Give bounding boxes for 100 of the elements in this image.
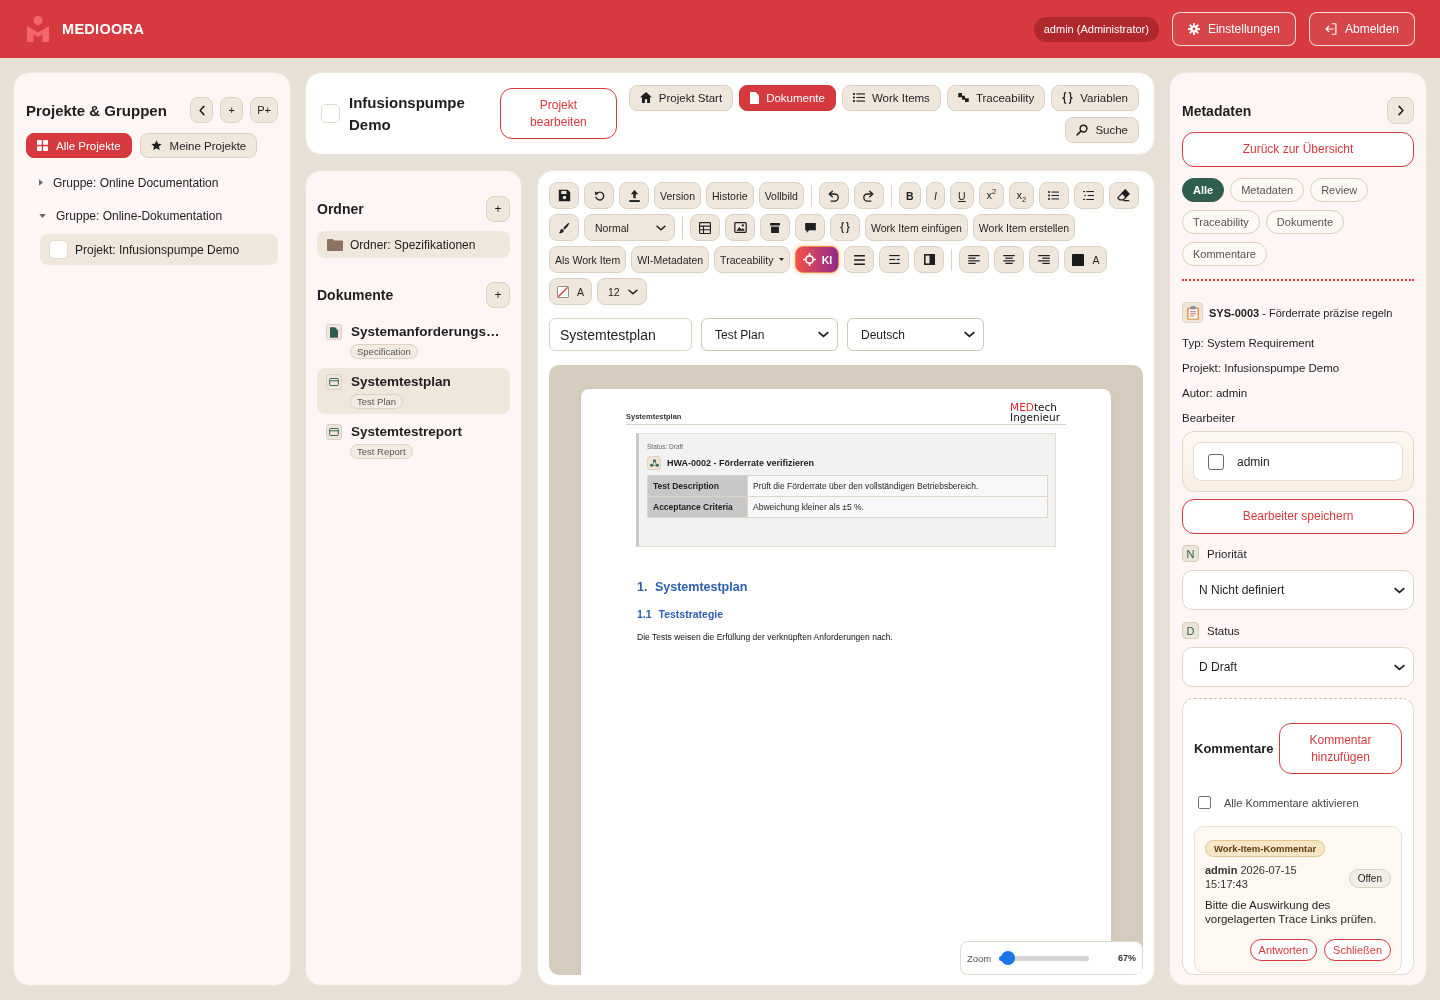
project-title: Infusionspumpe Demo bbox=[349, 92, 466, 135]
comment-action-button[interactable]: Antworten bbox=[1249, 939, 1318, 961]
insert-variable-button[interactable] bbox=[830, 214, 860, 241]
window-icon bbox=[326, 374, 342, 390]
letter-badge: D bbox=[1182, 622, 1199, 639]
toolbar-button[interactable]: Historie bbox=[706, 182, 754, 209]
toolbar-button[interactable]: Als Work Item bbox=[549, 246, 627, 273]
filter-chip[interactable]: Traceability bbox=[1182, 210, 1260, 234]
nav-tab[interactable]: Suche bbox=[1065, 116, 1139, 143]
toolbar-button[interactable]: + bbox=[220, 97, 244, 123]
filter-chip[interactable]: Kommentare bbox=[1182, 242, 1267, 266]
logout-button[interactable]: Abmelden bbox=[1308, 12, 1415, 46]
collapse-button[interactable] bbox=[190, 97, 214, 123]
checkbox[interactable] bbox=[1198, 796, 1211, 809]
dropdown-button[interactable]: Traceability bbox=[714, 246, 791, 273]
add-document-button[interactable]: + bbox=[486, 282, 510, 308]
nav-tab[interactable]: Projekt Start bbox=[628, 84, 734, 111]
nav-tab[interactable]: Variablen bbox=[1051, 84, 1139, 111]
align-center-button[interactable] bbox=[994, 246, 1025, 273]
save-button[interactable] bbox=[549, 182, 579, 209]
insert-block-button[interactable] bbox=[760, 214, 790, 241]
nav-tab[interactable]: Work Items bbox=[841, 84, 941, 111]
nav-tab[interactable]: Dokumente bbox=[739, 84, 836, 111]
document-item[interactable]: Systemtestreport Test Report bbox=[317, 418, 510, 464]
item-title: SYS-0003 - Förderrate präzise regeln bbox=[1209, 306, 1393, 319]
text-color-button[interactable]: A bbox=[1064, 246, 1108, 273]
project-tree-item[interactable]: Projekt: Infusionspumpe Demo bbox=[40, 234, 278, 265]
folder-item[interactable]: Ordner: Spezifikationen bbox=[317, 231, 510, 258]
toolbar-button[interactable]: Vollbild bbox=[758, 182, 804, 209]
contrast-button[interactable] bbox=[914, 246, 945, 273]
format-painter-button[interactable] bbox=[549, 214, 579, 241]
upload-button[interactable] bbox=[619, 182, 649, 209]
bold-button[interactable]: B bbox=[898, 182, 921, 209]
justify-button[interactable] bbox=[844, 246, 875, 273]
home-icon bbox=[639, 92, 652, 103]
ai-button[interactable]: KI bbox=[795, 246, 840, 273]
toolbar-button[interactable]: Work Item einfügen bbox=[865, 214, 968, 241]
chevron-down-icon bbox=[627, 288, 638, 295]
italic-button[interactable]: I bbox=[925, 182, 945, 209]
expand-button[interactable] bbox=[1387, 97, 1414, 124]
section-title: Ordner bbox=[317, 201, 364, 217]
toolbar-select[interactable]: Normal bbox=[584, 214, 675, 241]
braces-icon bbox=[840, 222, 850, 233]
superscript-button[interactable]: x$^{2}$ bbox=[978, 182, 1004, 209]
document-title: Systemtestreport bbox=[351, 423, 464, 441]
line-spacing-button[interactable] bbox=[879, 246, 910, 273]
save-assignees-button[interactable]: Bearbeiter speichern bbox=[1182, 499, 1414, 534]
add-folder-button[interactable]: + bbox=[486, 196, 510, 222]
align-left-button[interactable] bbox=[959, 246, 990, 273]
assignee-option[interactable]: admin bbox=[1193, 442, 1403, 481]
group-tree-item[interactable]: Gruppe: Online Documentation bbox=[26, 166, 278, 199]
project-icon bbox=[49, 240, 68, 259]
brush-icon bbox=[558, 221, 570, 234]
title-input[interactable]: Systemtestplan bbox=[549, 318, 692, 351]
assignee-name: admin bbox=[1237, 454, 1270, 469]
filter-chip[interactable]: Alle bbox=[1182, 178, 1225, 202]
insert-table-button[interactable] bbox=[690, 214, 720, 241]
align-right-button[interactable] bbox=[1029, 246, 1060, 273]
indented-list-button[interactable] bbox=[1073, 182, 1104, 209]
add-comment-button[interactable]: Kommentar hinzufügen bbox=[1279, 723, 1402, 774]
toolbar-button[interactable]: Work Item erstellen bbox=[972, 214, 1076, 241]
checkbox[interactable] bbox=[1208, 453, 1224, 470]
half-filled-square-icon bbox=[923, 254, 935, 265]
clear-format-button[interactable] bbox=[1108, 182, 1139, 209]
comment-button[interactable] bbox=[795, 214, 825, 241]
redo-button[interactable] bbox=[853, 182, 884, 209]
filter-tab[interactable]: Alle Projekte bbox=[26, 133, 132, 158]
back-button[interactable]: Zurück zur Übersicht bbox=[1182, 132, 1414, 167]
bullet-list-button[interactable] bbox=[1038, 182, 1069, 209]
undo-button[interactable] bbox=[818, 182, 849, 209]
state-badge: Offen bbox=[1348, 869, 1391, 888]
filter-chip[interactable]: Dokumente bbox=[1265, 210, 1345, 234]
toolbar-button[interactable]: P+ bbox=[250, 97, 278, 123]
comment-action-button[interactable]: Schließen bbox=[1324, 939, 1391, 961]
settings-button[interactable]: Einstellungen bbox=[1171, 12, 1296, 46]
language-select[interactable]: Deutsch bbox=[847, 318, 984, 351]
group-tree-item[interactable]: Gruppe: Online-Dokumentation bbox=[26, 199, 278, 232]
document-item[interactable]: Systemanforderungs… Specification bbox=[317, 318, 510, 364]
toolbar-select[interactable]: 12 bbox=[597, 278, 647, 305]
insert-image-button[interactable] bbox=[725, 214, 755, 241]
toolbar-button[interactable]: WI-Metadaten bbox=[631, 246, 710, 273]
table-header-cell: Test Description bbox=[647, 475, 748, 497]
edit-project-button[interactable]: Projekt bearbeiten bbox=[499, 88, 617, 139]
filter-tab[interactable]: Meine Projekte bbox=[139, 133, 258, 158]
template-select[interactable]: Test Plan bbox=[701, 318, 838, 351]
subscript-button[interactable]: x$_{2}$ bbox=[1008, 182, 1034, 209]
field-select[interactable]: N Nicht definiert bbox=[1182, 570, 1414, 610]
toolbar-button[interactable]: Version bbox=[654, 182, 702, 209]
highlight-button[interactable]: A bbox=[549, 278, 592, 305]
slider-thumb[interactable] bbox=[1000, 951, 1015, 965]
window-icon bbox=[326, 424, 342, 440]
revert-button[interactable] bbox=[584, 182, 614, 209]
document-item[interactable]: Systemtestplan Test Plan bbox=[317, 368, 510, 414]
filter-chip[interactable]: Metadaten bbox=[1230, 178, 1305, 202]
underline-button[interactable]: U bbox=[949, 182, 974, 209]
nav-tab[interactable]: Traceability bbox=[946, 84, 1046, 111]
filter-chip[interactable]: Review bbox=[1310, 178, 1369, 202]
folder-icon bbox=[327, 238, 343, 251]
field-select[interactable]: D Draft bbox=[1182, 647, 1414, 687]
comment-text: Bitte die Auswirkung des vorgelagerten Trace Links prüfen. bbox=[1205, 898, 1378, 926]
